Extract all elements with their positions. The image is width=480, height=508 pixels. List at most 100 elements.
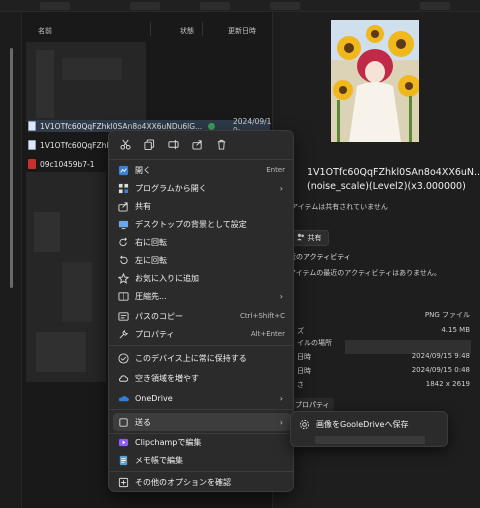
menu-item-label: このデバイス上に常に保持する <box>135 353 247 363</box>
toolbar-button[interactable] <box>40 2 70 10</box>
menu-item-label: OneDrive <box>135 393 173 403</box>
menu-item-label: プロパティ <box>135 329 175 339</box>
share-button[interactable] <box>187 136 207 154</box>
blurred-content <box>315 436 425 444</box>
clipchamp-icon <box>117 436 129 448</box>
property-label: 日時 <box>297 367 311 375</box>
share-icon <box>296 233 305 243</box>
rename-button[interactable] <box>163 136 183 154</box>
property-value: 1842 x 2619 <box>425 380 470 388</box>
menu-item-label: デスクトップの背景として設定 <box>135 219 247 229</box>
menu-item-rotate-right[interactable]: 右に回転 <box>113 233 291 251</box>
properties-button[interactable]: プロパティ <box>291 398 334 412</box>
cloud-check-icon <box>117 352 129 364</box>
gear-icon <box>298 418 310 430</box>
copy-path-icon <box>117 310 129 322</box>
file-name: 09c10459b7-1 <box>40 159 95 169</box>
toolbar-button[interactable] <box>270 2 300 10</box>
column-header-status[interactable]: 状態 <box>180 26 194 36</box>
context-menu: 開く Enter プログラムから開く › 共有 デスクトップの背景として設定 右… <box>108 130 294 492</box>
blurred-content <box>62 262 92 322</box>
delete-button[interactable] <box>211 136 231 154</box>
column-separator[interactable] <box>150 22 151 36</box>
menu-item-free-up-space[interactable]: 空き領域を増やす <box>113 369 291 387</box>
shortcut-text: Alt+Enter <box>250 330 285 338</box>
quick-action-bar <box>109 131 293 159</box>
details-title-line: 1V1OTfc60QqFZhkl0SAn8o4XX6uN... <box>307 167 480 178</box>
activity-heading: 近のアクティビティ <box>289 253 351 261</box>
blurred-content <box>34 212 60 252</box>
menu-item-onedrive[interactable]: OneDrive › <box>113 389 291 407</box>
menu-item-label: 圧縮先... <box>135 291 167 301</box>
menu-item-label: プログラムから開く <box>135 183 207 193</box>
column-header-name[interactable]: 名前 <box>38 26 52 36</box>
menu-item-keep-on-device[interactable]: このデバイス上に常に保持する <box>113 349 291 367</box>
menu-item-open-with[interactable]: プログラムから開く › <box>113 179 291 197</box>
navigation-pane <box>0 12 22 508</box>
menu-item-label: 開く <box>135 165 151 175</box>
chevron-right-icon: › <box>279 417 283 427</box>
menu-divider <box>109 345 293 346</box>
menu-item-more-options[interactable]: その他のオプションを確認 <box>113 473 291 491</box>
toolbar-button[interactable] <box>420 2 450 10</box>
menu-item-add-favorites[interactable]: お気に入りに追加 <box>113 269 291 287</box>
open-icon <box>117 164 129 176</box>
menu-item-label: その他のオプションを確認 <box>135 477 231 487</box>
details-title: 1V1OTfc60QqFZhkl0SAn8o4XX6uN... (noise_s… <box>307 166 480 194</box>
rotate-left-icon <box>117 254 129 266</box>
share-status-text: アイテムは共有されていません <box>291 203 388 211</box>
delete-icon <box>216 139 227 152</box>
activity-text: アイテムの最近のアクティビティはありません。 <box>289 269 441 277</box>
submenu-item-label: 画像をGooleDriveへ保存 <box>316 419 409 429</box>
column-header-modified[interactable]: 更新日時 <box>228 26 256 36</box>
chevron-right-icon: › <box>279 393 283 403</box>
cloud-icon <box>117 372 129 384</box>
share-icon <box>191 139 203 152</box>
menu-item-label: メモ帳で編集 <box>135 455 183 465</box>
zip-folder-icon <box>117 290 129 302</box>
submenu-item-google-drive[interactable]: 画像をGooleDriveへ保存 <box>294 415 444 433</box>
share-icon <box>117 200 129 212</box>
toolbar-button[interactable] <box>130 2 160 10</box>
menu-item-compress[interactable]: 圧縮先... › <box>113 287 291 305</box>
shortcut-text: Enter <box>266 166 285 174</box>
menu-item-label: パスのコピー <box>135 311 183 321</box>
menu-item-clipchamp[interactable]: Clipchampで編集 <box>113 433 291 451</box>
toolbar <box>0 0 480 12</box>
menu-item-send-to[interactable]: 送る › <box>113 413 291 431</box>
menu-item-copy-path[interactable]: パスのコピー Ctrl+Shift+C <box>113 307 291 325</box>
blurred-content <box>62 58 122 80</box>
property-label: さ <box>297 381 304 389</box>
toolbar-button[interactable] <box>200 2 230 10</box>
file-row[interactable]: 09c10459b7-1 <box>28 158 95 170</box>
menu-item-rotate-left[interactable]: 左に回転 <box>113 251 291 269</box>
rotate-right-icon <box>117 236 129 248</box>
nav-scrollbar[interactable] <box>10 48 13 288</box>
share-button[interactable]: 共有 <box>289 230 329 246</box>
menu-divider <box>109 471 293 472</box>
property-label: ズ <box>297 327 304 335</box>
menu-item-open[interactable]: 開く Enter <box>113 161 291 179</box>
menu-item-properties[interactable]: プロパティ Alt+Enter <box>113 325 291 343</box>
column-separator[interactable] <box>202 22 203 36</box>
apps-icon <box>117 182 129 194</box>
menu-item-share[interactable]: 共有 <box>113 197 291 215</box>
png-file-icon <box>28 140 36 150</box>
wrench-icon <box>117 328 129 340</box>
notepad-icon <box>117 454 129 466</box>
menu-item-label: 右に回転 <box>135 237 167 247</box>
menu-item-label: 左に回転 <box>135 255 167 265</box>
menu-divider <box>109 409 293 410</box>
property-value: 2024/09/15 9:48 <box>411 352 470 360</box>
property-value: PNG ファイル <box>424 311 470 319</box>
send-to-icon <box>117 416 129 428</box>
copy-button[interactable] <box>139 136 159 154</box>
menu-item-notepad[interactable]: メモ帳で編集 <box>113 451 291 469</box>
file-icon <box>28 159 36 169</box>
menu-item-label: 空き領域を増やす <box>135 373 199 383</box>
cut-button[interactable] <box>115 136 135 154</box>
details-title-line: (noise_scale)(Level2)(x3.000000) <box>307 181 466 192</box>
cut-icon <box>119 139 131 152</box>
menu-item-set-desktop-bg[interactable]: デスクトップの背景として設定 <box>113 215 291 233</box>
shortcut-text: Ctrl+Shift+C <box>240 312 285 320</box>
